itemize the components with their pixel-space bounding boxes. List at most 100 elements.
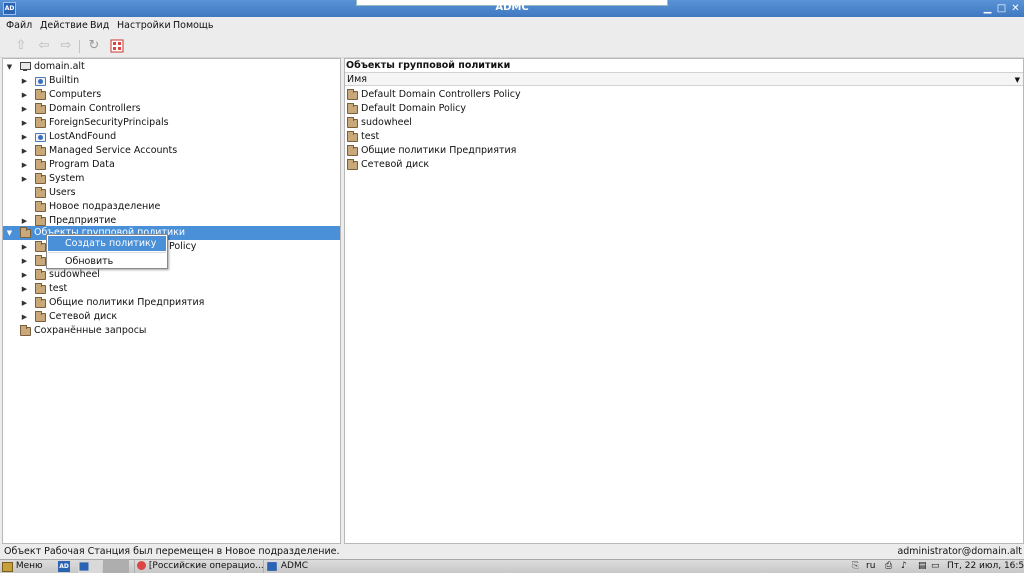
tree-item[interactable]: ▶ ForeignSecurityPrincipals bbox=[3, 116, 340, 130]
workspace-switcher-empty[interactable] bbox=[103, 560, 129, 573]
list-item[interactable]: Default Domain Policy bbox=[345, 102, 1023, 116]
chevron-right-icon[interactable]: ▶ bbox=[20, 74, 29, 88]
folder-icon bbox=[35, 283, 46, 294]
tree-item[interactable]: ▶ Builtin bbox=[3, 74, 340, 88]
menu-bar: Файл Действие Вид Настройки Помощь bbox=[0, 17, 1024, 34]
chevron-right-icon[interactable]: ▶ bbox=[20, 102, 29, 116]
clock[interactable]: Пт, 22 июл, 16:53 bbox=[947, 560, 1024, 573]
tree-item-label: Сетевой диск bbox=[49, 311, 118, 322]
maximize-icon[interactable]: □ bbox=[996, 3, 1007, 14]
quick-launch-admc[interactable]: AD bbox=[58, 560, 70, 573]
tree-item-label: Users bbox=[49, 187, 76, 198]
tree-item[interactable]: ▶ LostAndFound bbox=[3, 130, 340, 144]
list-item[interactable]: Default Domain Controllers Policy bbox=[345, 88, 1023, 102]
folder-icon bbox=[35, 215, 46, 226]
list-item-label: test bbox=[361, 131, 380, 142]
chevron-right-icon[interactable]: ▶ bbox=[20, 240, 29, 254]
printer-icon[interactable]: ⎙ bbox=[885, 560, 892, 573]
task-browser[interactable]: [Российские операцио... bbox=[134, 560, 264, 573]
display-icon[interactable]: ▭ bbox=[931, 560, 940, 573]
folder-icon bbox=[35, 117, 46, 128]
tree-item-saved-queries[interactable]: Сохранённые запросы bbox=[3, 324, 340, 338]
workspace-switcher[interactable] bbox=[78, 560, 102, 573]
chevron-right-icon[interactable]: ▶ bbox=[20, 144, 29, 158]
folder-icon bbox=[35, 103, 46, 114]
menu-settings[interactable]: Настройки bbox=[117, 20, 171, 31]
admc-app-icon bbox=[79, 562, 89, 571]
start-menu-icon bbox=[2, 562, 13, 572]
close-icon[interactable]: ✕ bbox=[1010, 3, 1021, 14]
tree-item[interactable]: ▶ Общие политики Предприятия bbox=[3, 296, 340, 310]
start-menu-button[interactable]: Меню bbox=[2, 560, 43, 573]
tree-item-label: ForeignSecurityPrincipals bbox=[49, 117, 169, 128]
menu-item-create-policy[interactable]: Создать политику bbox=[48, 236, 166, 251]
folder-icon bbox=[35, 255, 46, 266]
tree-item[interactable]: Users bbox=[3, 186, 340, 200]
minimize-icon[interactable]: ▁ bbox=[982, 3, 993, 14]
taskbar: Меню AD [Российские операцио... ADMC ⎘ r… bbox=[0, 559, 1024, 573]
tree-item[interactable]: ▶ test bbox=[3, 282, 340, 296]
menu-item-refresh[interactable]: Обновить bbox=[48, 254, 166, 269]
volume-icon[interactable]: ♪ bbox=[901, 560, 907, 573]
tree-item[interactable]: Новое подразделение bbox=[3, 200, 340, 214]
up-arrow-icon[interactable]: ⇧ bbox=[13, 38, 29, 54]
context-menu: Создать политику Обновить bbox=[46, 234, 168, 269]
list-item-label: sudowheel bbox=[361, 117, 412, 128]
tree-item-label: Сохранённые запросы bbox=[34, 325, 147, 336]
tree-item-label: Builtin bbox=[49, 75, 80, 86]
console-tree[interactable]: ▼ domain.alt ▶ Builtin ▶ Computers ▶ Dom… bbox=[2, 58, 341, 544]
list-item-label: Общие политики Предприятия bbox=[361, 145, 517, 156]
chevron-right-icon[interactable]: ▶ bbox=[20, 172, 29, 186]
list-item[interactable]: Общие политики Предприятия bbox=[345, 144, 1023, 158]
tree-item[interactable]: ▶ Сетевой диск bbox=[3, 310, 340, 324]
list-item-label: Default Domain Policy bbox=[361, 103, 466, 114]
chevron-right-icon[interactable]: ▶ bbox=[20, 158, 29, 172]
list-item[interactable]: Сетевой диск bbox=[345, 158, 1023, 172]
list-item-label: Сетевой диск bbox=[361, 159, 430, 170]
folder-icon bbox=[347, 159, 358, 170]
tree-item-domain[interactable]: ▼ domain.alt bbox=[3, 60, 340, 74]
tree-item-label: Новое подразделение bbox=[49, 201, 161, 212]
forward-arrow-icon[interactable]: ⇨ bbox=[58, 38, 74, 54]
chevron-right-icon[interactable]: ▶ bbox=[20, 268, 29, 282]
folder-icon bbox=[35, 241, 46, 252]
tree-item[interactable]: ▶ Computers bbox=[3, 88, 340, 102]
menu-separator bbox=[48, 252, 166, 253]
list-item[interactable]: sudowheel bbox=[345, 116, 1023, 130]
tree-item[interactable]: ▶ Program Data bbox=[3, 158, 340, 172]
tree-item[interactable]: ▶ Domain Controllers bbox=[3, 102, 340, 116]
folder-icon bbox=[35, 311, 46, 322]
keyboard-layout[interactable]: ru bbox=[866, 560, 875, 573]
menu-file[interactable]: Файл bbox=[6, 20, 32, 31]
toolbar-separator bbox=[79, 40, 80, 53]
menu-help[interactable]: Помощь bbox=[173, 20, 213, 31]
tree-item-label: System bbox=[49, 173, 85, 184]
menu-view[interactable]: Вид bbox=[90, 20, 109, 31]
results-pane: Объекты групповой политики Имя ▼ Default… bbox=[344, 58, 1024, 544]
chevron-right-icon[interactable]: ▶ bbox=[20, 282, 29, 296]
chevron-right-icon[interactable]: ▶ bbox=[20, 254, 29, 268]
sort-arrow-icon: ▼ bbox=[1014, 76, 1020, 84]
chevron-down-icon[interactable]: ▼ bbox=[5, 226, 14, 240]
task-admc[interactable]: ADMC bbox=[263, 560, 353, 573]
folder-icon bbox=[347, 145, 358, 156]
network-icon[interactable]: ⎘ bbox=[852, 560, 859, 573]
chevron-right-icon[interactable]: ▶ bbox=[20, 310, 29, 324]
menu-action[interactable]: Действие bbox=[40, 20, 88, 31]
clipboard-icon[interactable]: ▤ bbox=[918, 560, 927, 573]
manual-filter-icon[interactable] bbox=[109, 38, 125, 54]
chevron-down-icon[interactable]: ▼ bbox=[5, 60, 14, 74]
back-arrow-icon[interactable]: ⇦ bbox=[36, 38, 52, 54]
tree-item[interactable]: ▶ sudowheel bbox=[3, 268, 340, 282]
admc-app-icon: AD bbox=[58, 561, 70, 572]
chevron-right-icon[interactable]: ▶ bbox=[20, 296, 29, 310]
chevron-right-icon[interactable]: ▶ bbox=[20, 130, 29, 144]
column-header-name[interactable]: Имя ▼ bbox=[345, 72, 1023, 86]
tree-item-label: Policy bbox=[169, 241, 197, 252]
chevron-right-icon[interactable]: ▶ bbox=[20, 116, 29, 130]
list-item[interactable]: test bbox=[345, 130, 1023, 144]
refresh-icon[interactable]: ↻ bbox=[86, 38, 102, 54]
tree-item[interactable]: ▶ Managed Service Accounts bbox=[3, 144, 340, 158]
tree-item[interactable]: ▶ System bbox=[3, 172, 340, 186]
chevron-right-icon[interactable]: ▶ bbox=[20, 88, 29, 102]
